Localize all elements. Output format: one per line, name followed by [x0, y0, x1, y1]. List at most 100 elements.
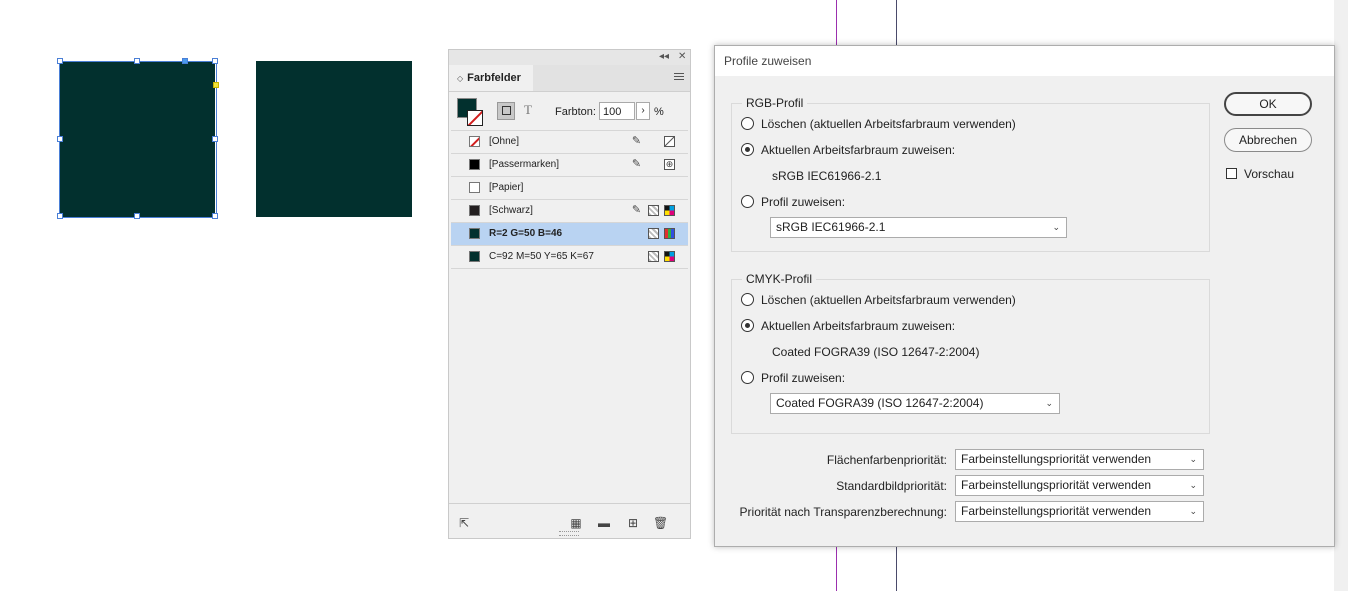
- chevron-updown-icon: ◇: [457, 74, 464, 83]
- tint-input[interactable]: 100: [599, 102, 635, 120]
- cmyk-current-label: Aktuellen Arbeitsfarbraum zuweisen:: [761, 319, 956, 333]
- tint-slider-toggle[interactable]: ›: [636, 102, 650, 120]
- stroke-swatch[interactable]: [467, 110, 483, 126]
- green-square[interactable]: [256, 61, 412, 217]
- process-icon: [648, 205, 659, 216]
- cmyk-assign-radio[interactable]: [741, 371, 754, 384]
- panel-menu-icon[interactable]: [674, 73, 684, 82]
- chevron-down-icon: ⌄: [1189, 454, 1197, 464]
- handle-bottom-left[interactable]: [57, 213, 63, 219]
- handle-top-left[interactable]: [57, 58, 63, 64]
- trash-icon[interactable]: 🗑: [653, 516, 668, 530]
- swatch-name: [Ohne]: [489, 136, 520, 147]
- no-edit-icon: ✎: [631, 158, 642, 170]
- swatch-row-cmyk-green[interactable]: C=92 M=50 Y=65 K=67: [451, 246, 688, 269]
- rgb-discard-radio[interactable]: [741, 117, 754, 130]
- default-image-intent-select[interactable]: Farbeinstellungspriorität verwenden ⌄: [955, 475, 1204, 496]
- cmyk-icon: [664, 251, 675, 262]
- tab-swatches[interactable]: ◇ Farbfelder: [449, 65, 533, 91]
- swatch-chip: [469, 251, 480, 262]
- swatch-chip: [469, 159, 480, 170]
- handle-bottom-right[interactable]: [212, 213, 218, 219]
- rgb-discard-label: Löschen (aktuellen Arbeitsfarbraum verwe…: [761, 117, 1016, 131]
- swatch-row-rgb-green[interactable]: R=2 G=50 B=46: [451, 223, 688, 246]
- after-blending-intent-label: Priorität nach Transparenzberechnung:: [739, 505, 947, 519]
- handle-top-middle[interactable]: [134, 58, 140, 64]
- rgb-current-profile: sRGB IEC61966-2.1: [772, 169, 882, 183]
- swatch-list: [Ohne] ✎ [Passermarken] ✎ ⊕ [Papier] [Sc…: [451, 130, 688, 269]
- swatch-row-none[interactable]: [Ohne] ✎: [451, 131, 688, 154]
- chevron-down-icon: ⌄: [1189, 506, 1197, 516]
- fill-stroke-selector[interactable]: [457, 98, 483, 126]
- cmyk-icon: [664, 205, 675, 216]
- swatch-row-paper[interactable]: [Papier]: [451, 177, 688, 200]
- ok-button[interactable]: OK: [1224, 92, 1312, 116]
- rgb-current-label: Aktuellen Arbeitsfarbraum zuweisen:: [761, 143, 956, 157]
- close-icon[interactable]: ✕: [678, 51, 686, 62]
- rgb-current-radio[interactable]: [741, 143, 754, 156]
- chevron-down-icon: ⌄: [1045, 398, 1053, 408]
- rgb-profile-select[interactable]: sRGB IEC61966-2.1 ⌄: [770, 217, 1067, 238]
- swatch-name: C=92 M=50 Y=65 K=67: [489, 251, 594, 262]
- cmyk-profile-select[interactable]: Coated FOGRA39 (ISO 12647-2:2004) ⌄: [770, 393, 1060, 414]
- no-edit-icon: ✎: [631, 135, 642, 147]
- handle-corner-option[interactable]: [213, 82, 219, 88]
- after-blending-intent-select[interactable]: Farbeinstellungspriorität verwenden ⌄: [955, 501, 1204, 522]
- chevron-down-icon: ⌄: [1189, 480, 1197, 490]
- rgb-assign-label: Profil zuweisen:: [761, 195, 846, 209]
- swatch-row-black[interactable]: [Schwarz] ✎: [451, 200, 688, 223]
- rgb-assign-radio[interactable]: [741, 195, 754, 208]
- chevron-down-icon: ⌄: [1052, 222, 1060, 232]
- solid-color-intent-label: Flächenfarbenpriorität:: [826, 453, 947, 467]
- dialog-title: Profile zuweisen: [715, 46, 1334, 76]
- rgb-icon: [664, 228, 675, 239]
- panel-tab-bar: ◇ Farbfelder: [449, 65, 690, 92]
- cmyk-current-profile: Coated FOGRA39 (ISO 12647-2:2004): [772, 345, 980, 359]
- cmyk-discard-radio[interactable]: [741, 293, 754, 306]
- show-swatch-kinds-icon[interactable]: ⇱: [457, 516, 471, 530]
- handle-top-right[interactable]: [212, 58, 218, 64]
- square-icon: [501, 106, 511, 116]
- swatch-chip: [469, 205, 480, 216]
- process-icon: [648, 228, 659, 239]
- selection-frame: [59, 61, 217, 218]
- tint-unit: %: [654, 106, 664, 118]
- swatch-chip: [469, 182, 480, 193]
- swatch-name: R=2 G=50 B=46: [489, 228, 563, 239]
- process-icon: [648, 251, 659, 262]
- pasteboard-edge: [1334, 0, 1348, 591]
- handle-bottom-middle[interactable]: [134, 213, 140, 219]
- assign-profiles-dialog: Profile zuweisen RGB-Profil Löschen (akt…: [714, 45, 1335, 547]
- swatch-chip: [469, 136, 480, 147]
- registration-icon: ⊕: [664, 159, 675, 170]
- folder-icon[interactable]: ▬: [597, 516, 611, 530]
- handle-middle-right[interactable]: [212, 136, 218, 142]
- swatch-view-icon[interactable]: ▦: [569, 516, 583, 530]
- handle-middle-left[interactable]: [57, 136, 63, 142]
- double-chevron-left-icon[interactable]: ◂◂: [659, 51, 669, 62]
- box-slash-icon: [664, 136, 675, 147]
- preview-checkbox[interactable]: [1226, 168, 1237, 179]
- formatting-text-button[interactable]: T: [519, 102, 537, 120]
- default-image-intent-label: Standardbildpriorität:: [836, 479, 947, 493]
- swatch-name: [Papier]: [489, 182, 524, 193]
- swatch-name: [Passermarken]: [489, 159, 560, 170]
- panel-footer: ⇱ ▦ ▬ ⊞ 🗑: [449, 503, 690, 538]
- cmyk-current-radio[interactable]: [741, 319, 754, 332]
- handle-top-center-point[interactable]: [182, 58, 188, 64]
- swatch-chip: [469, 228, 480, 239]
- preview-label: Vorschau: [1244, 167, 1295, 181]
- cancel-button[interactable]: Abbrechen: [1224, 128, 1312, 152]
- swatch-name: [Schwarz]: [489, 205, 533, 216]
- panel-top-bar: ◂◂ ✕: [449, 50, 690, 65]
- cmyk-discard-label: Löschen (aktuellen Arbeitsfarbraum verwe…: [761, 293, 1016, 307]
- rgb-group-title: RGB-Profil: [742, 96, 808, 110]
- cmyk-group-title: CMYK-Profil: [742, 272, 817, 286]
- new-swatch-icon[interactable]: ⊞: [626, 516, 640, 530]
- tint-label: Farbton:: [555, 106, 596, 118]
- swatch-row-registration[interactable]: [Passermarken] ✎ ⊕: [451, 154, 688, 177]
- solid-color-intent-select[interactable]: Farbeinstellungspriorität verwenden ⌄: [955, 449, 1204, 470]
- formatting-container-button[interactable]: [497, 102, 515, 120]
- swatches-panel: ◂◂ ✕ ◇ Farbfelder T Farbton: 100 › % [Ohn…: [448, 49, 691, 539]
- resize-grip[interactable]: [559, 531, 579, 536]
